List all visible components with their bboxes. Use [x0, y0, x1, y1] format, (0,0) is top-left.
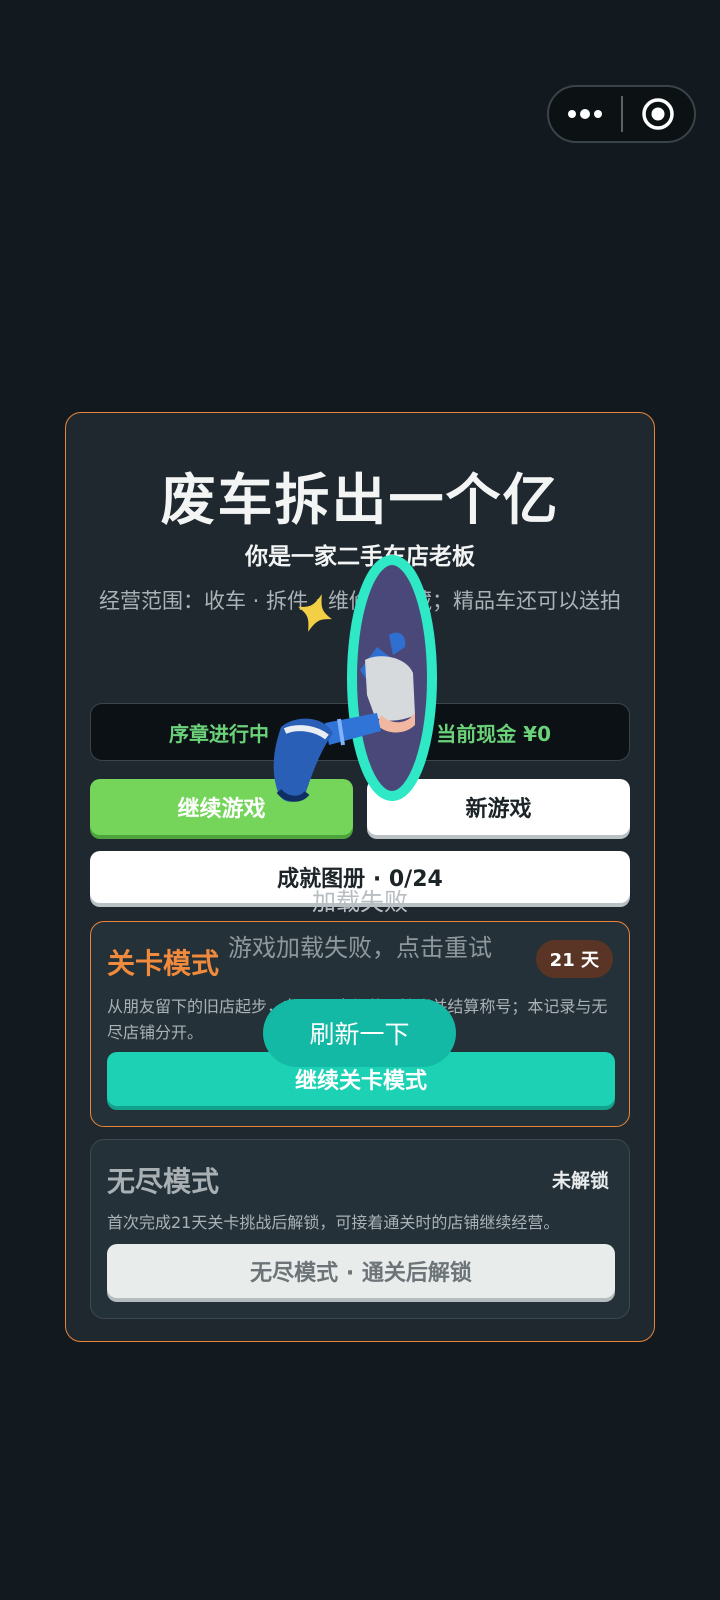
- refresh-button[interactable]: 刷新一下: [263, 999, 456, 1067]
- endless-mode-description: 首次完成21天关卡挑战后解锁，可接着通关时的店铺继续经营。: [107, 1213, 560, 1232]
- locked-badge: 未解锁: [551, 1170, 609, 1192]
- chapter-status: 序章进行中: [169, 721, 269, 746]
- game-title: 废车拆出一个亿: [160, 468, 560, 532]
- close-button[interactable]: [623, 87, 694, 141]
- more-button[interactable]: [549, 87, 621, 141]
- cash-status: 当前现金 ¥0: [436, 721, 551, 746]
- main-card: 废车拆出一个亿 你是一家二手车店老板 经营范围：收车 · 拆件 · 维修 · 收…: [65, 412, 655, 1342]
- endless-mode-locked-button[interactable]: 无尽模式 · 通关后解锁: [107, 1244, 615, 1298]
- load-failed-title: 加载失败: [312, 888, 408, 916]
- load-failed-message[interactable]: 游戏加载失败，点击重试: [0, 928, 720, 963]
- portal-character-illustration: [273, 555, 437, 802]
- endless-mode-title: 无尽模式: [107, 1165, 220, 1198]
- more-dots-icon: [568, 109, 602, 119]
- sparkle-icon: [298, 594, 332, 632]
- miniprogram-capsule: [547, 85, 696, 143]
- endless-mode-panel: 无尽模式 未解锁 首次完成21天关卡挑战后解锁，可接着通关时的店铺继续经营。 无…: [90, 1139, 630, 1319]
- target-circle-icon: [642, 98, 675, 130]
